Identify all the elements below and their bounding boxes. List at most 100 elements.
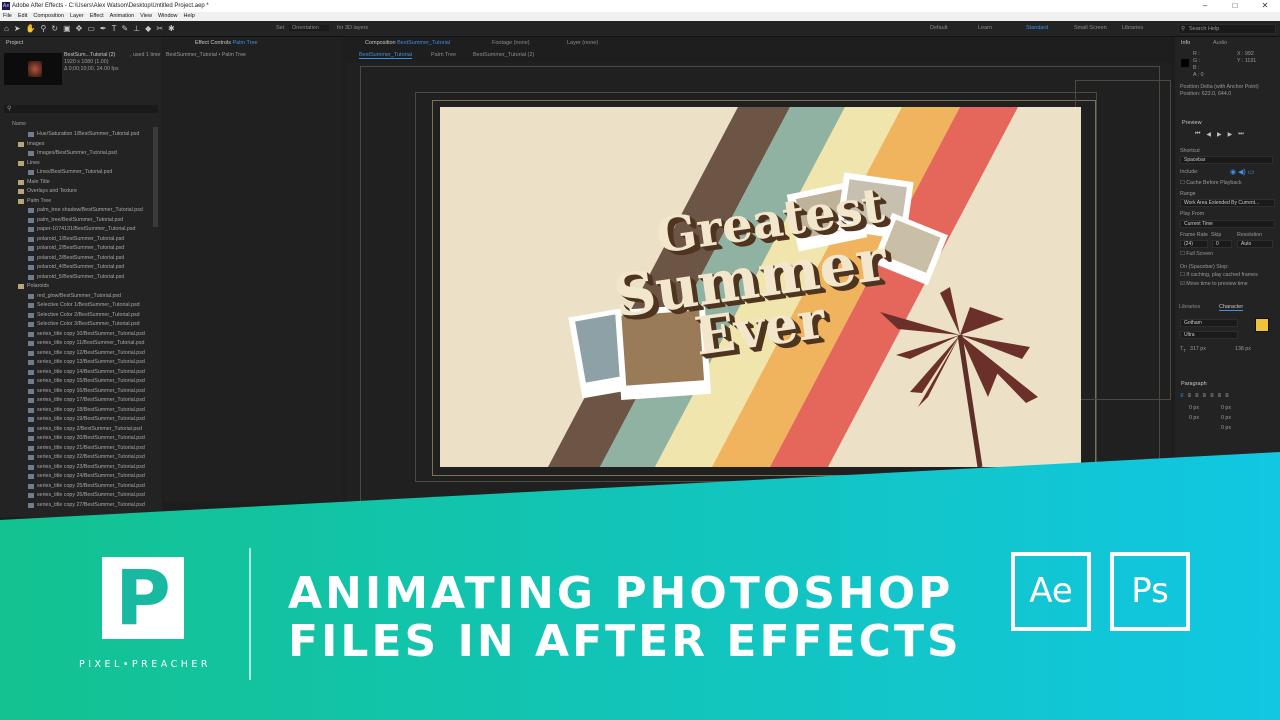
range-dropdown[interactable]: Work Area Extended By Current... (1180, 199, 1275, 207)
workspace-standard[interactable]: Standard (1026, 25, 1074, 31)
footage-tab[interactable]: Footage (none) (492, 40, 530, 46)
character-tab[interactable]: Character (1219, 304, 1244, 311)
justify-all-icon[interactable]: ≡ (1225, 393, 1229, 399)
pen-tool-icon[interactable]: ✒ (100, 24, 107, 33)
stamp-tool-icon[interactable]: ⊥ (133, 24, 140, 33)
justify-right-icon[interactable]: ≡ (1218, 393, 1222, 399)
justify-center-icon[interactable]: ≡ (1210, 393, 1214, 399)
effect-controls-tab[interactable]: Effect Controls Palm Tree (195, 40, 258, 46)
project-item[interactable]: series_title copy 16/BestSummer_Tutorial… (18, 387, 158, 397)
cache-checkbox[interactable]: ☐ Cache Before Playback (1180, 180, 1242, 186)
last-frame-icon[interactable]: ⏭ (1238, 131, 1243, 138)
maximize-icon[interactable]: □ (1220, 0, 1250, 12)
project-item[interactable]: palm_tree shadow/BestSummer_Tutorial.psd (18, 206, 158, 216)
project-item[interactable]: series_title copy 24/BestSummer_Tutorial… (18, 472, 158, 482)
menu-effect[interactable]: Effect (90, 12, 104, 21)
project-item[interactable]: Selective Color 2/BestSummer_Tutorial.ps… (18, 311, 158, 321)
project-tab[interactable]: Project (6, 40, 23, 46)
libraries-tab[interactable]: Libraries (1179, 304, 1200, 310)
resolution-dropdown[interactable]: Auto (1237, 240, 1273, 248)
orientation-dropdown[interactable]: Orientation (289, 25, 329, 31)
align-center-icon[interactable]: ≡ (1188, 393, 1192, 399)
include-video-icon[interactable]: ◉ ◀) ▭ (1230, 168, 1254, 176)
move-time-checkbox[interactable]: ☑ Move time to preview time (1180, 281, 1248, 287)
search-help-input[interactable]: ⚲ Search Help (1178, 24, 1276, 34)
preview-tab[interactable]: Preview (1182, 120, 1202, 126)
project-item[interactable]: series_title copy 17/BestSummer_Tutorial… (18, 396, 158, 406)
project-item[interactable]: red_glow/BestSummer_Tutorial.psd (18, 292, 158, 302)
indent-first-value[interactable]: 0 px (1189, 415, 1199, 421)
project-item[interactable]: series_title copy 27/BestSummer_Tutorial… (18, 501, 158, 511)
font-size-value[interactable]: 317 px (1190, 346, 1206, 352)
indent-left-value[interactable]: 0 px (1189, 405, 1199, 411)
paragraph-tab[interactable]: Paragraph (1181, 381, 1207, 387)
project-item[interactable]: series_title copy 2/BestSummer_Tutorial.… (18, 425, 158, 435)
leading-value[interactable]: 138 px (1235, 346, 1251, 352)
composition-tab[interactable]: Composition BestSummer_Tutorial (365, 40, 450, 46)
name-column-header[interactable]: Name (12, 121, 26, 127)
project-item[interactable]: Selective Color 1/BestSummer_Tutorial.ps… (18, 301, 158, 311)
next-frame-icon[interactable]: ▶ (1228, 131, 1233, 138)
workspace-learn[interactable]: Learn (978, 25, 1026, 31)
project-folder[interactable]: Main Title (18, 178, 158, 188)
skip-dropdown[interactable]: 0 (1212, 240, 1232, 248)
play-from-dropdown[interactable]: Current Time (1180, 220, 1275, 228)
align-right-icon[interactable]: ≡ (1195, 393, 1199, 399)
indent-right-value[interactable]: 0 px (1221, 405, 1231, 411)
workspace-small-screen[interactable]: Small Screen (1074, 25, 1122, 31)
project-item[interactable]: Hue/Saturation 1/BestSummer_Tutorial.psd (18, 130, 158, 140)
workspace-default[interactable]: Default (930, 25, 978, 31)
font-style-dropdown[interactable]: Ultra (1180, 331, 1238, 339)
project-folder[interactable]: Overlays and Texture (18, 187, 158, 197)
minimize-icon[interactable]: – (1190, 0, 1220, 12)
project-folder[interactable]: Palm Tree (18, 197, 158, 207)
space-after-value[interactable]: 0 px (1221, 425, 1231, 431)
camera-tool-icon[interactable]: ▣ (63, 24, 71, 33)
zoom-tool-icon[interactable]: ⚲ (41, 24, 47, 33)
frame-rate-dropdown[interactable]: (24) (1180, 240, 1208, 248)
type-tool-icon[interactable]: T (112, 24, 117, 33)
project-item[interactable]: series_title copy 13/BestSummer_Tutorial… (18, 358, 158, 368)
project-item[interactable]: series_title copy 18/BestSummer_Tutorial… (18, 406, 158, 416)
play-icon[interactable]: ▶ (1217, 131, 1222, 138)
workspace-libraries[interactable]: Libraries (1122, 25, 1170, 31)
project-item[interactable]: series_title copy 14/BestSummer_Tutorial… (18, 368, 158, 378)
project-item[interactable]: Lines/BestSummer_Tutorial.psd (18, 168, 158, 178)
menu-help[interactable]: Help (184, 12, 195, 21)
project-item[interactable]: polaroid_1/BestSummer_Tutorial.psd (18, 235, 158, 245)
space-before-value[interactable]: 0 px (1221, 415, 1231, 421)
project-item[interactable]: series_title copy 25/BestSummer_Tutorial… (18, 482, 158, 492)
project-item[interactable]: series_title copy 19/BestSummer_Tutorial… (18, 415, 158, 425)
rectangle-tool-icon[interactable]: ▭ (87, 24, 95, 33)
project-item[interactable]: series_title copy 11/BestSummer_Tutorial… (18, 339, 158, 349)
shortcut-dropdown[interactable]: Spacebar (1180, 156, 1273, 164)
project-item[interactable]: series_title copy 20/BestSummer_Tutorial… (18, 434, 158, 444)
menu-composition[interactable]: Composition (33, 12, 64, 21)
project-item[interactable]: polaroid_3/BestSummer_Tutorial.psd (18, 254, 158, 264)
eraser-tool-icon[interactable]: ◆ (145, 24, 151, 33)
justify-left-icon[interactable]: ≡ (1203, 393, 1207, 399)
home-icon[interactable]: ⌂ (4, 24, 9, 33)
menu-file[interactable]: File (3, 12, 12, 21)
first-frame-icon[interactable]: ⏮ (1195, 131, 1200, 138)
menu-edit[interactable]: Edit (18, 12, 27, 21)
if-caching-checkbox[interactable]: ☐ If caching, play cached frames (1180, 272, 1258, 278)
project-item[interactable]: series_title copy 15/BestSummer_Tutorial… (18, 377, 158, 387)
project-item[interactable]: polaroid_5/BestSummer_Tutorial.psd (18, 273, 158, 283)
project-item[interactable]: palm_tree/BestSummer_Tutorial.psd (18, 216, 158, 226)
selection-tool-icon[interactable]: ➤ (14, 24, 21, 33)
prev-frame-icon[interactable]: ◀ (1206, 131, 1211, 138)
project-folder[interactable]: Lines (18, 159, 158, 169)
roto-tool-icon[interactable]: ✂ (156, 24, 163, 33)
composition-artwork[interactable]: Greatest Summer Ever (440, 107, 1081, 467)
rotate-tool-icon[interactable]: ↻ (51, 24, 58, 33)
project-item[interactable]: Selective Color 3/BestSummer_Tutorial.ps… (18, 320, 158, 330)
project-item[interactable]: series_title copy 10/BestSummer_Tutorial… (18, 330, 158, 340)
align-left-icon[interactable]: ≡ (1180, 393, 1184, 399)
info-tab[interactable]: Info (1181, 40, 1190, 46)
subtab-bestsummer[interactable]: BestSummer_Tutorial (359, 52, 412, 59)
project-item[interactable]: polaroid_4/BestSummer_Tutorial.psd (18, 263, 158, 273)
menu-view[interactable]: View (140, 12, 152, 21)
layer-tab[interactable]: Layer (none) (567, 40, 598, 46)
project-item[interactable]: series_title copy 22/BestSummer_Tutorial… (18, 453, 158, 463)
